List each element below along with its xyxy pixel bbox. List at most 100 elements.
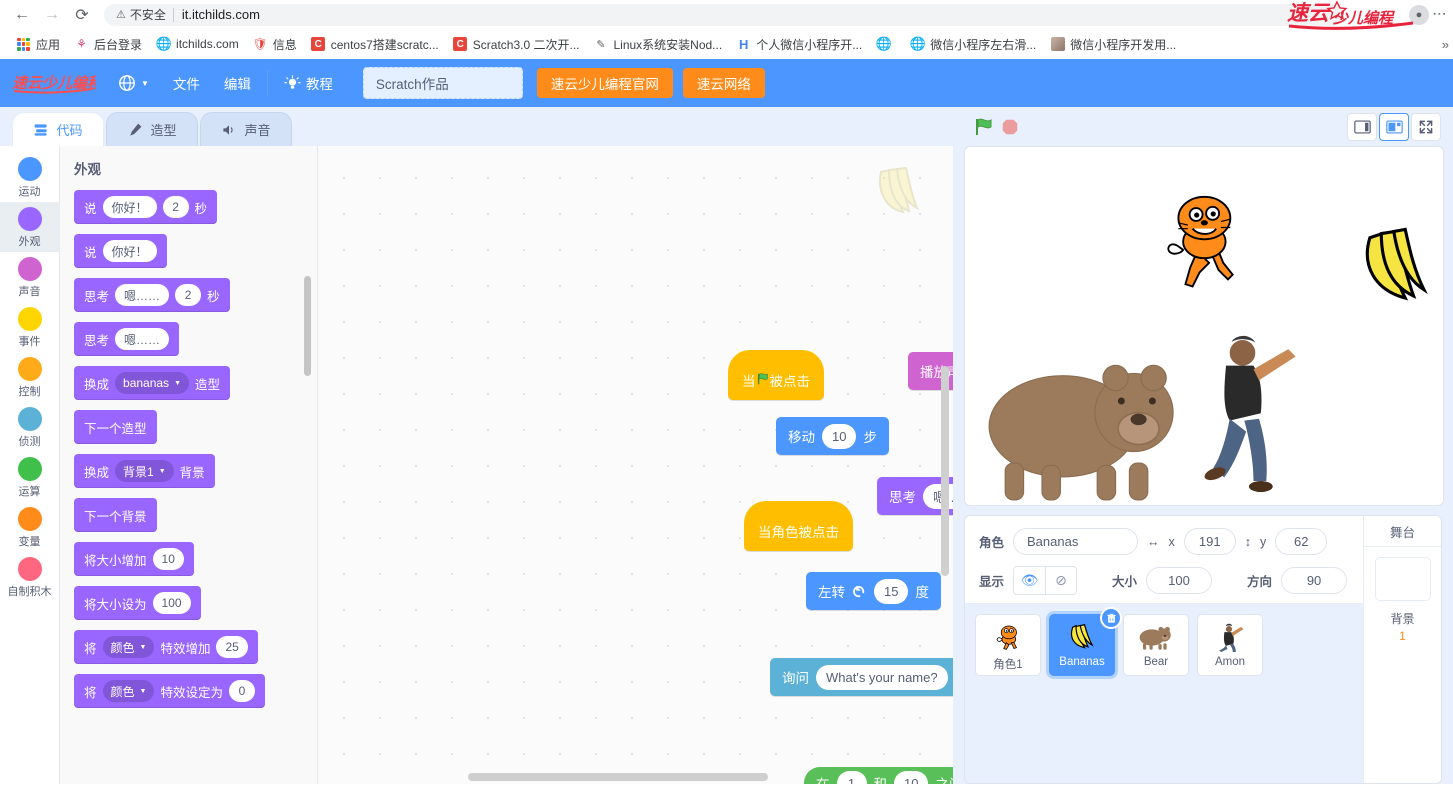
- block-input[interactable]: 10: [894, 771, 928, 785]
- workspace-block[interactable]: 左转15度: [806, 572, 941, 610]
- sprite-tile-bananas[interactable]: Bananas: [1049, 614, 1115, 676]
- block-input[interactable]: 1: [837, 771, 867, 785]
- block-dropdown[interactable]: 颜色▼: [103, 680, 155, 702]
- palette-block[interactable]: 将大小设为100: [74, 586, 201, 620]
- workspace-hat-block[interactable]: 当角色被点击: [744, 501, 853, 551]
- green-flag-icon[interactable]: [971, 114, 997, 140]
- workspace-block[interactable]: 询问What's your name?并等待: [770, 658, 953, 696]
- palette-block[interactable]: 将颜色▼特效增加25: [74, 630, 258, 664]
- block-input[interactable]: 10: [822, 424, 856, 449]
- sprite-tile-bear[interactable]: Bear: [1123, 614, 1189, 676]
- tab-costumes[interactable]: 造型: [106, 112, 198, 146]
- block-input[interactable]: 你好！: [103, 196, 157, 218]
- bookmark-itchilds[interactable]: 🌐 itchilds.com: [149, 34, 246, 55]
- block-palette[interactable]: 外观 说你好！2秒说你好！思考嗯……2秒思考嗯……换成bananas▼造型下一个…: [60, 146, 317, 784]
- bookmark-info[interactable]: 🛡 信息: [246, 33, 304, 56]
- bookmark-linux-node[interactable]: ✎ Linux系统安装Nod...: [586, 33, 729, 56]
- menu-file[interactable]: 文件: [161, 67, 212, 99]
- language-menu[interactable]: ▼: [106, 67, 161, 99]
- official-site-button[interactable]: 速云少儿编程官网: [537, 68, 673, 98]
- browser-menu-icon[interactable]: ⋮: [1433, 7, 1447, 23]
- eye-icon[interactable]: 👁: [1014, 567, 1045, 594]
- category-events[interactable]: 事件: [0, 302, 60, 352]
- stop-sign-icon[interactable]: [997, 114, 1023, 140]
- sprite-y-input[interactable]: 62: [1275, 528, 1327, 555]
- bookmark-backend-login[interactable]: ⚘ 后台登录: [67, 33, 149, 56]
- sprite-direction-input[interactable]: 90: [1281, 567, 1347, 594]
- block-input[interactable]: 嗯……: [115, 284, 169, 306]
- category-my-blocks[interactable]: 自制积木: [0, 552, 60, 602]
- palette-block[interactable]: 思考嗯……2秒: [74, 278, 230, 312]
- palette-block[interactable]: 换成背景1▼背景: [74, 454, 215, 488]
- reload-icon[interactable]: ⟳: [68, 1, 96, 29]
- block-input[interactable]: 25: [216, 636, 247, 658]
- category-sound[interactable]: 声音: [0, 252, 60, 302]
- category-sensing[interactable]: 侦测: [0, 402, 60, 452]
- menu-tutorial[interactable]: 教程: [272, 67, 345, 99]
- large-stage-icon[interactable]: [1379, 113, 1409, 141]
- category-motion[interactable]: 运动: [0, 152, 60, 202]
- block-input[interactable]: 你好！: [103, 240, 157, 262]
- block-input[interactable]: 10: [153, 548, 184, 570]
- eye-slash-icon[interactable]: ⊘: [1045, 567, 1076, 594]
- block-input[interactable]: 0: [229, 680, 255, 702]
- trash-icon[interactable]: [1100, 607, 1122, 629]
- omnibox[interactable]: ⚠ 不安全 it.itchilds.com: [104, 4, 1344, 26]
- app-logo[interactable]: 速云少儿编程: [12, 70, 96, 96]
- bookmark-apps[interactable]: 应用: [9, 33, 67, 56]
- sprite-tile-amon[interactable]: Amon: [1197, 614, 1263, 676]
- tab-code[interactable]: 代码: [12, 112, 104, 146]
- code-workspace[interactable]: 当被点击播放声音Bite▼等待播完移动10步思考嗯……2秒当角色被点击左转15度…: [317, 146, 953, 784]
- bookmark-globe-blank[interactable]: 🌐: [869, 34, 903, 55]
- block-dropdown[interactable]: 背景1▼: [115, 460, 174, 482]
- sprite-info-row-2: 显示 👁 ⊘ 大小 100 方向 90: [979, 566, 1349, 595]
- sprite-size-input[interactable]: 100: [1146, 567, 1212, 594]
- bookmark-wechat-personal[interactable]: H 个人微信小程序开...: [729, 33, 869, 56]
- category-looks[interactable]: 外观: [0, 202, 60, 252]
- fullscreen-icon[interactable]: [1411, 113, 1441, 141]
- stage-thumbnail[interactable]: [1375, 557, 1431, 601]
- network-button[interactable]: 速云网络: [683, 68, 765, 98]
- stage-canvas[interactable]: [964, 146, 1444, 506]
- menu-edit[interactable]: 编辑: [212, 67, 263, 99]
- category-operators[interactable]: 运算: [0, 452, 60, 502]
- workspace-block[interactable]: 移动10步: [776, 417, 889, 455]
- profile-avatar[interactable]: ●: [1409, 5, 1429, 25]
- palette-block[interactable]: 思考嗯……: [74, 322, 179, 356]
- sprite-x-input[interactable]: 191: [1184, 528, 1236, 555]
- bookmark-centos7[interactable]: C centos7搭建scratc...: [304, 33, 446, 56]
- project-name-input[interactable]: Scratch作品: [363, 67, 523, 99]
- palette-scrollbar[interactable]: [304, 276, 311, 376]
- workspace-scrollbar-horizontal[interactable]: [468, 773, 768, 781]
- block-dropdown[interactable]: bananas▼: [115, 372, 189, 394]
- block-input[interactable]: 15: [874, 579, 908, 604]
- category-control[interactable]: 控制: [0, 352, 60, 402]
- palette-block[interactable]: 说你好！: [74, 234, 167, 268]
- block-input[interactable]: 嗯……: [115, 328, 169, 350]
- forward-icon[interactable]: →: [38, 1, 66, 29]
- bookmark-wechat-swipe[interactable]: 🌐 微信小程序左右滑...: [903, 33, 1043, 56]
- small-stage-icon[interactable]: [1347, 113, 1377, 141]
- palette-block[interactable]: 说你好！2秒: [74, 190, 217, 224]
- sprite-tile-cat[interactable]: 角色1: [975, 614, 1041, 676]
- workspace-block[interactable]: 在1和10之间取随机数: [804, 767, 953, 784]
- block-input[interactable]: 100: [153, 592, 191, 614]
- block-input[interactable]: What's your name?: [816, 665, 948, 690]
- block-input[interactable]: 2: [163, 196, 189, 218]
- block-dropdown[interactable]: 颜色▼: [103, 636, 155, 658]
- palette-block[interactable]: 将颜色▼特效设定为0: [74, 674, 265, 708]
- category-variables[interactable]: 变量: [0, 502, 60, 552]
- palette-block[interactable]: 将大小增加10: [74, 542, 194, 576]
- palette-block[interactable]: 下一个背景: [74, 498, 157, 532]
- bookmark-scratch3[interactable]: C Scratch3.0 二次开...: [446, 33, 587, 56]
- back-icon[interactable]: ←: [8, 1, 36, 29]
- tab-sounds[interactable]: 声音: [200, 112, 292, 146]
- block-input[interactable]: 2: [175, 284, 201, 306]
- palette-block[interactable]: 换成bananas▼造型: [74, 366, 230, 400]
- workspace-hat-block[interactable]: 当被点击: [728, 350, 824, 400]
- bookmark-overflow-icon[interactable]: »: [1442, 37, 1449, 52]
- bookmark-wechat-dev[interactable]: 微信小程序开发用...: [1043, 33, 1183, 56]
- sprite-name-input[interactable]: Bananas: [1013, 528, 1138, 555]
- workspace-scrollbar-vertical[interactable]: [941, 366, 949, 576]
- palette-block[interactable]: 下一个造型: [74, 410, 157, 444]
